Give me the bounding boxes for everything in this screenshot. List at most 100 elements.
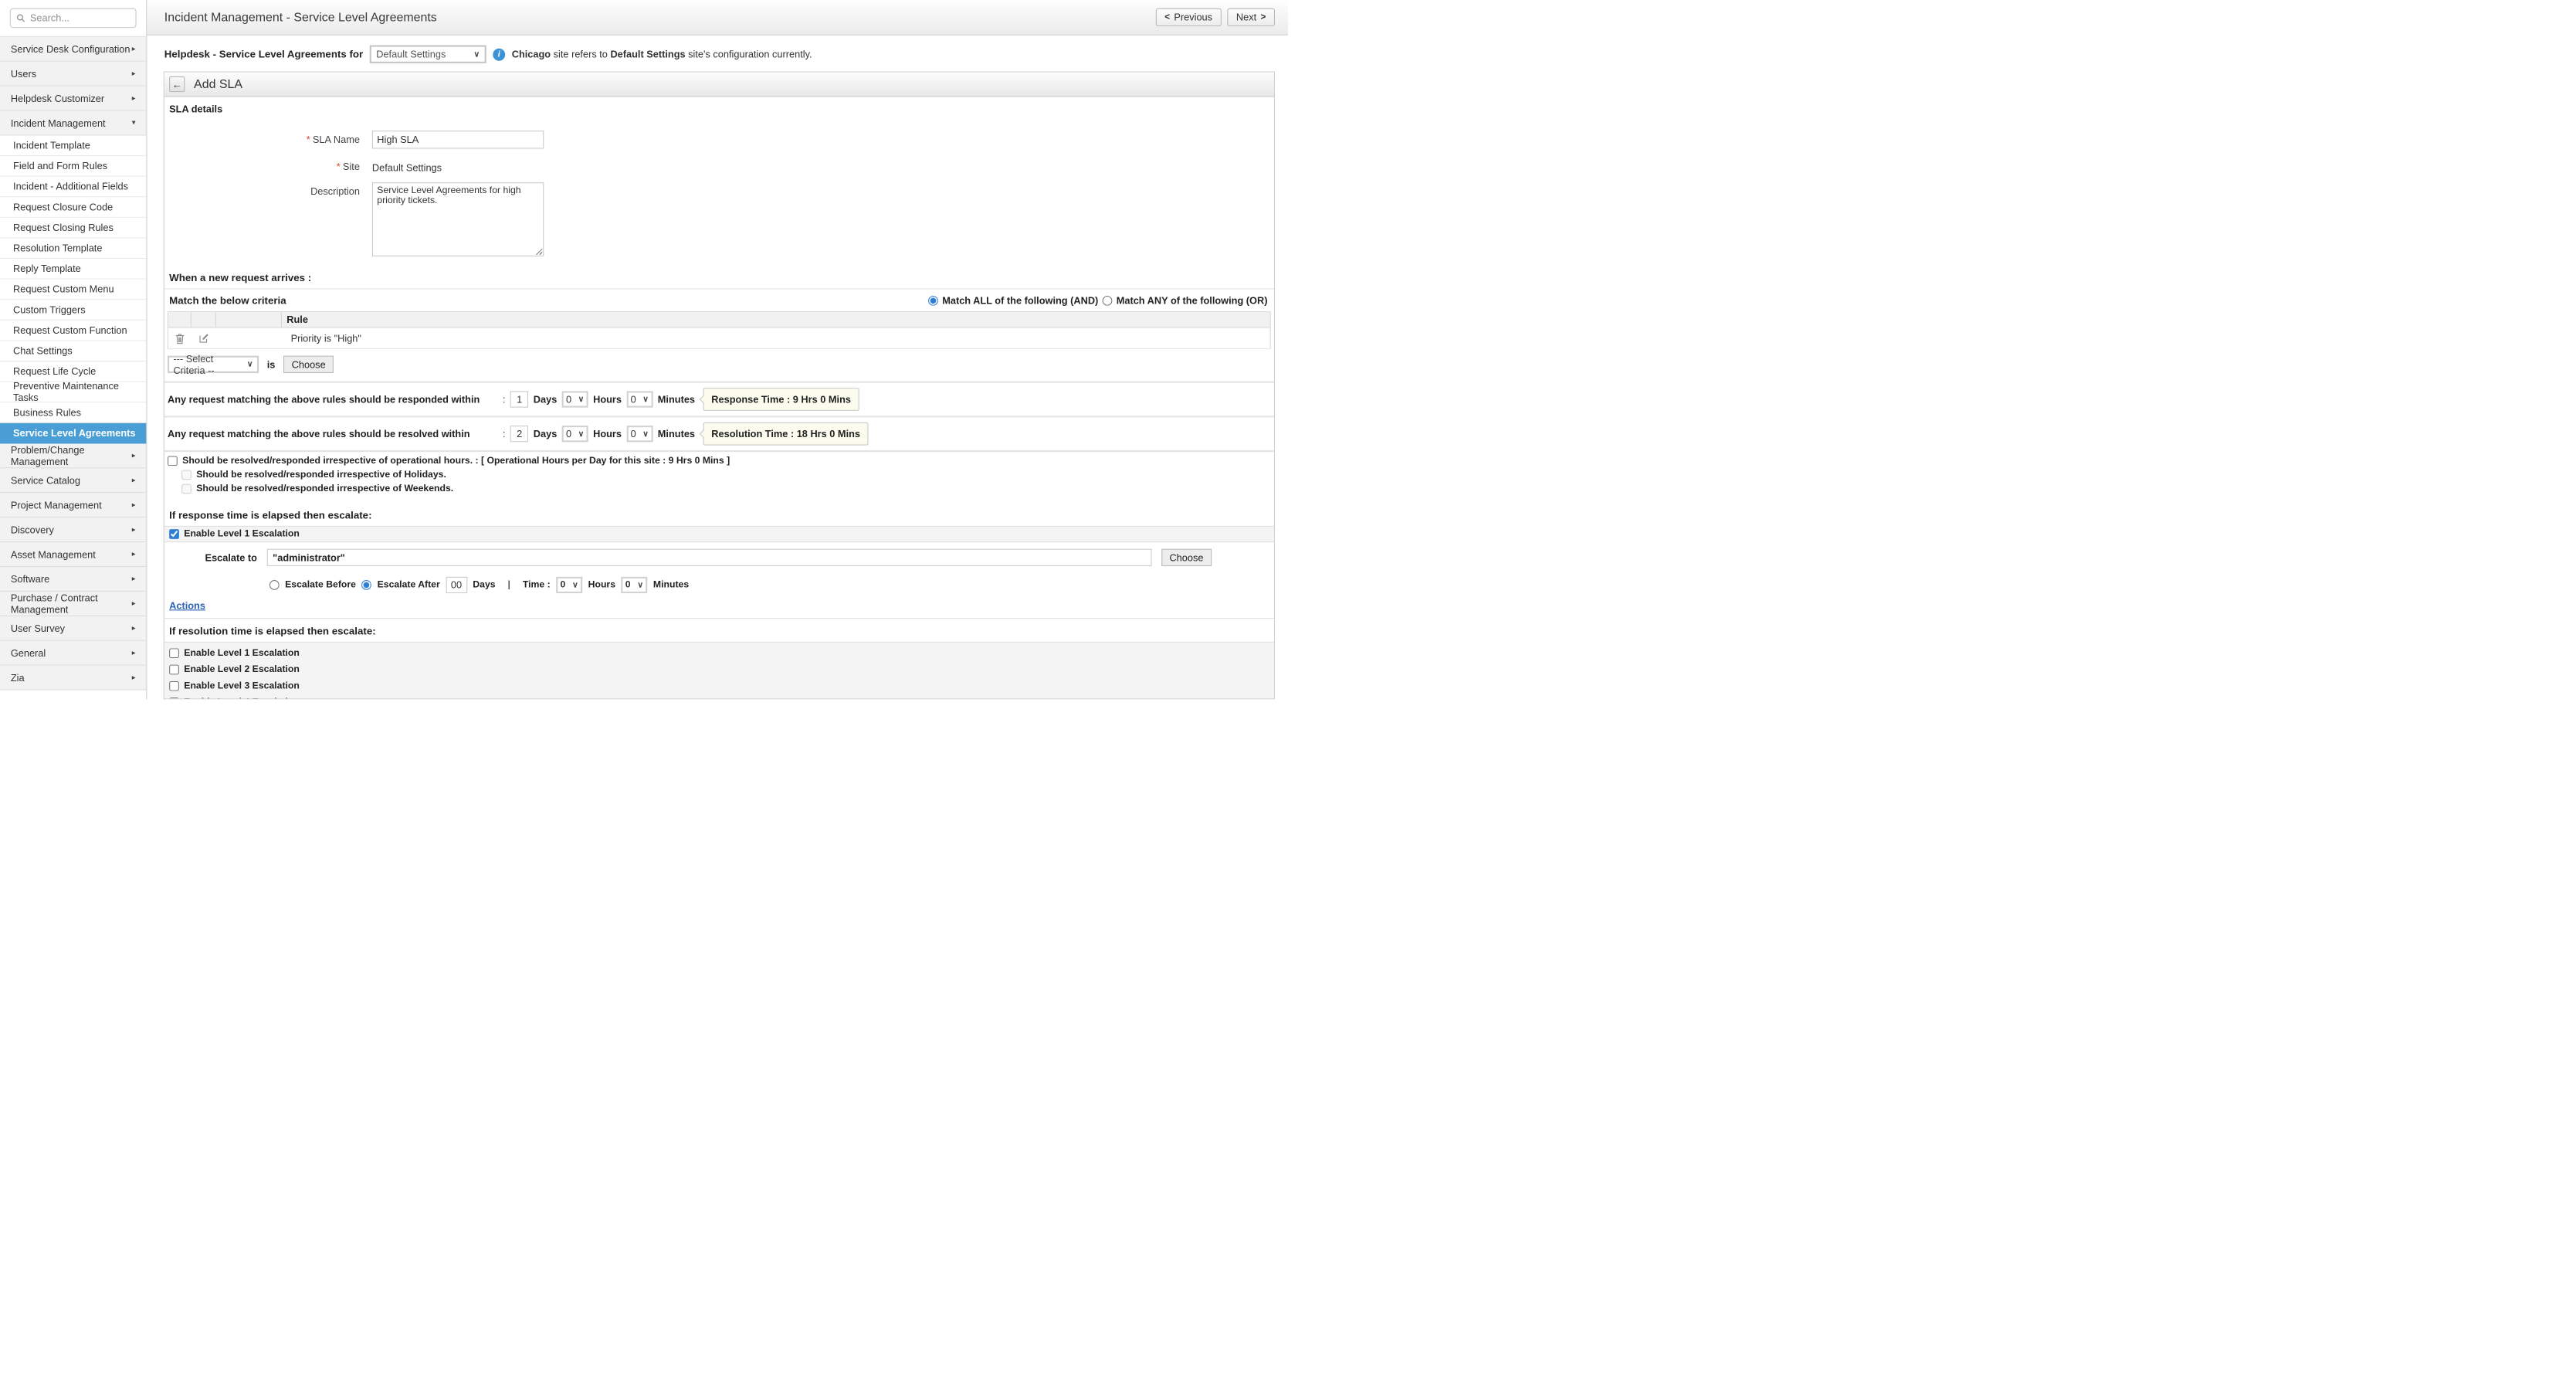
respond-hours-select[interactable]: 0∨ bbox=[562, 391, 588, 407]
sidebar-item-incident-additional-fields[interactable]: Incident - Additional Fields bbox=[0, 177, 146, 198]
sidebar-item-service-level-agreements[interactable]: Service Level Agreements bbox=[0, 423, 146, 444]
enable-level3-resolution-checkbox[interactable] bbox=[169, 681, 179, 691]
search-input[interactable] bbox=[30, 12, 130, 24]
sidebar-item-preventive-maintenance-tasks[interactable]: Preventive Maintenance Tasks bbox=[0, 382, 146, 403]
weekends-checkbox[interactable] bbox=[181, 484, 192, 494]
sla-details-heading: SLA details bbox=[164, 97, 1274, 120]
respond-within-row: Any request matching the above rules sho… bbox=[164, 383, 1274, 416]
chevron-down-icon: ∨ bbox=[642, 429, 649, 439]
resolve-days-input[interactable] bbox=[510, 426, 528, 442]
sidebar-item-zia[interactable]: Zia▸ bbox=[0, 666, 146, 691]
previous-label: Previous bbox=[1174, 12, 1212, 23]
sidebar-item-project-management[interactable]: Project Management▸ bbox=[0, 493, 146, 517]
sidebar-item-incident-template[interactable]: Incident Template bbox=[0, 136, 146, 157]
chevron-right-icon: ▸ bbox=[132, 451, 136, 460]
site-selection-bar: Helpdesk - Service Level Agreements for … bbox=[147, 36, 1288, 72]
choose-escalate-to-button[interactable]: Choose bbox=[1161, 549, 1212, 566]
chevron-right-icon: ▸ bbox=[132, 93, 136, 103]
sidebar-item-users[interactable]: Users▸ bbox=[0, 62, 146, 87]
escalate-to-input[interactable] bbox=[267, 549, 1151, 566]
sidebar-item-service-catalog[interactable]: Service Catalog▸ bbox=[0, 468, 146, 493]
previous-button[interactable]: <Previous bbox=[1156, 8, 1222, 26]
site-label: *Site bbox=[164, 158, 372, 173]
sla-name-label: *SLA Name bbox=[164, 131, 372, 148]
resolve-hours-select[interactable]: 0∨ bbox=[562, 426, 588, 442]
sidebar-item-incident-management[interactable]: Incident Management▾ bbox=[0, 111, 146, 136]
sidebar-item-label: Chat Settings bbox=[13, 345, 73, 357]
sidebar-item-user-survey[interactable]: User Survey▸ bbox=[0, 616, 146, 641]
sidebar-item-purchase-contract-management[interactable]: Purchase / Contract Management▸ bbox=[0, 592, 146, 616]
sidebar-item-business-rules[interactable]: Business Rules bbox=[0, 402, 146, 423]
sidebar-item-chat-settings[interactable]: Chat Settings bbox=[0, 341, 146, 361]
description-textarea[interactable]: Service Level Agreements for high priori… bbox=[372, 182, 544, 256]
enable-level4-resolution-checkbox[interactable] bbox=[169, 697, 179, 699]
resolve-within-row: Any request matching the above rules sho… bbox=[164, 417, 1274, 450]
sidebar-item-resolution-template[interactable]: Resolution Template bbox=[0, 239, 146, 260]
match-any-radio[interactable] bbox=[1103, 296, 1113, 306]
chevron-right-icon: ▸ bbox=[132, 648, 136, 657]
sidebar-item-reply-template[interactable]: Reply Template bbox=[0, 259, 146, 280]
sla-name-row: *SLA Name bbox=[164, 131, 1274, 148]
sidebar-item-label: Discovery bbox=[11, 524, 54, 535]
enable-level1-response-label: Enable Level 1 Escalation bbox=[184, 529, 300, 539]
site-info-text: Chicago site refers to Default Settings … bbox=[512, 49, 812, 60]
resolve-days-label: Days bbox=[534, 428, 558, 439]
sidebar-item-problem-change-management[interactable]: Problem/Change Management▸ bbox=[0, 443, 146, 468]
resolution-escalation-heading: If resolution time is elapsed then escal… bbox=[164, 619, 1274, 642]
escalate-days-input[interactable] bbox=[446, 577, 467, 593]
escalate-after-label: Escalate After bbox=[378, 580, 440, 590]
sidebar-item-asset-management[interactable]: Asset Management ▸ bbox=[0, 542, 146, 567]
delete-rule-icon[interactable] bbox=[168, 332, 192, 344]
response-escalation-heading: If response time is elapsed then escalat… bbox=[164, 503, 1274, 526]
site-select[interactable]: Default Settings ∨ bbox=[370, 46, 486, 63]
sidebar-item-label: Purchase / Contract Management bbox=[11, 592, 132, 615]
sidebar-item-general[interactable]: General▸ bbox=[0, 641, 146, 666]
sla-name-input[interactable] bbox=[372, 131, 544, 148]
chevron-right-icon: ▸ bbox=[132, 550, 136, 559]
site-bar-label: Helpdesk - Service Level Agreements for bbox=[164, 49, 363, 60]
match-all-radio[interactable] bbox=[928, 296, 938, 306]
info-site-name: Chicago bbox=[512, 49, 551, 60]
sidebar-item-software[interactable]: Software▸ bbox=[0, 567, 146, 592]
escalate-before-radio[interactable] bbox=[269, 580, 280, 590]
operational-hours-checkbox[interactable] bbox=[168, 456, 178, 466]
enable-level3-resolution-label: Enable Level 3 Escalation bbox=[184, 681, 300, 691]
rule-table-header: Rule bbox=[168, 312, 1270, 327]
sidebar-item-helpdesk-customizer[interactable]: Helpdesk Customizer▸ bbox=[0, 87, 146, 111]
sidebar-item-request-life-cycle[interactable]: Request Life Cycle bbox=[0, 361, 146, 382]
back-button[interactable]: ← bbox=[169, 76, 185, 92]
escalate-after-radio[interactable] bbox=[361, 580, 371, 590]
resolve-minutes-select[interactable]: 0∨ bbox=[626, 426, 652, 442]
enable-level2-resolution-checkbox[interactable] bbox=[169, 665, 179, 675]
enable-level1-resolution-checkbox[interactable] bbox=[169, 648, 179, 658]
rule-text: Priority is "High" bbox=[282, 332, 361, 344]
pipe-divider: | bbox=[508, 580, 510, 590]
sidebar-item-request-custom-function[interactable]: Request Custom Function bbox=[0, 321, 146, 341]
site-row: *Site Default Settings bbox=[164, 158, 1274, 173]
sidebar-item-request-closure-code[interactable]: Request Closure Code bbox=[0, 197, 146, 218]
edit-rule-icon[interactable] bbox=[192, 333, 216, 344]
sidebar-item-service-desk-configuration[interactable]: Service Desk Configuration▸ bbox=[0, 37, 146, 62]
sidebar-item-field-and-form-rules[interactable]: Field and Form Rules bbox=[0, 156, 146, 177]
sidebar-item-custom-triggers[interactable]: Custom Triggers bbox=[0, 300, 146, 321]
criteria-select[interactable]: --- Select Criteria -- ∨ bbox=[168, 356, 259, 373]
enable-level1-response-checkbox[interactable] bbox=[169, 529, 179, 539]
rule-column-header: Rule bbox=[282, 312, 1270, 327]
sidebar-item-label: Request Closing Rules bbox=[13, 222, 114, 233]
respond-days-input[interactable] bbox=[510, 391, 528, 407]
operational-hours-row: Should be resolved/responded irrespectiv… bbox=[168, 456, 1271, 466]
sidebar-item-discovery[interactable]: Discovery▸ bbox=[0, 517, 146, 542]
search-input-container bbox=[10, 8, 137, 29]
actions-link[interactable]: Actions bbox=[169, 600, 205, 612]
escalate-hours-select[interactable]: 0∨ bbox=[556, 577, 582, 593]
holidays-checkbox[interactable] bbox=[181, 470, 192, 480]
sidebar-item-label: Asset Management bbox=[11, 548, 96, 560]
sidebar-item-request-custom-menu[interactable]: Request Custom Menu bbox=[0, 280, 146, 300]
escalate-minutes-select[interactable]: 0∨ bbox=[621, 577, 647, 593]
next-button[interactable]: Next> bbox=[1227, 8, 1275, 26]
page-header: Incident Management - Service Level Agre… bbox=[147, 0, 1288, 36]
respond-minutes-select[interactable]: 0∨ bbox=[626, 391, 652, 407]
sidebar-item-request-closing-rules[interactable]: Request Closing Rules bbox=[0, 218, 146, 239]
chevron-down-icon: ∨ bbox=[578, 429, 585, 439]
choose-criteria-button[interactable]: Choose bbox=[283, 356, 334, 373]
